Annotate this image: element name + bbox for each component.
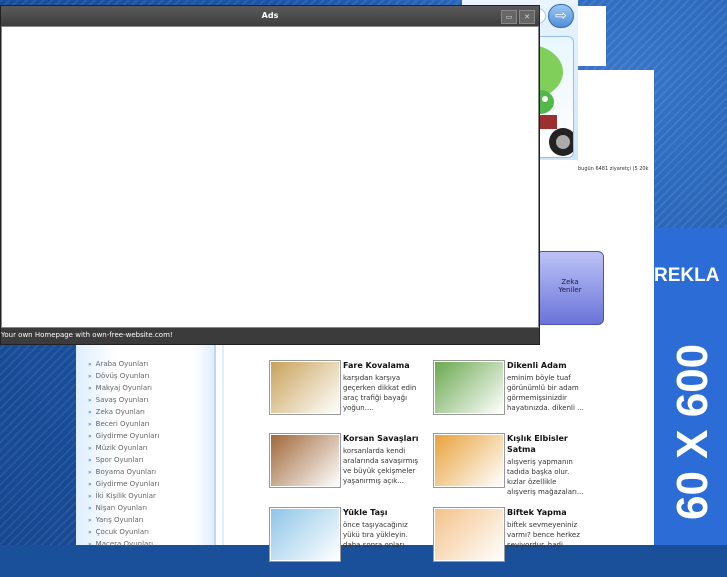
game-title[interactable]: Dikenli Adam bbox=[507, 360, 567, 371]
double-arrow-icon: » bbox=[88, 445, 92, 452]
double-arrow-icon: » bbox=[88, 529, 92, 536]
game-thumbnail-image bbox=[435, 362, 503, 413]
category-item[interactable]: » Çocuk Oyunları bbox=[88, 526, 159, 538]
popup-content[interactable] bbox=[1, 26, 539, 328]
game-card[interactable]: Biftek Yapma biftek sevmeyeniniz varmı? b… bbox=[433, 507, 593, 577]
game-thumbnail-image bbox=[435, 435, 503, 486]
double-arrow-icon: » bbox=[88, 481, 92, 488]
minimize-button[interactable]: ▭ bbox=[501, 10, 517, 24]
game-title[interactable]: Korsan Savaşları bbox=[343, 433, 419, 444]
category-item[interactable]: » İki Kişilik Oyunlar bbox=[88, 490, 159, 502]
game-card[interactable]: Dikenli Adam eminim böyle tuaf görünümlü … bbox=[433, 360, 593, 430]
double-arrow-icon: » bbox=[88, 469, 92, 476]
game-title[interactable]: Fare Kovalama bbox=[343, 360, 410, 371]
ads-popup-window[interactable]: Ads ▭ ✕ Your own Homepage with own-free-… bbox=[0, 5, 540, 345]
game-thumbnail[interactable] bbox=[433, 433, 505, 488]
game-description: eminim böyle tuaf görünümlü bir adam görme… bbox=[507, 374, 584, 412]
category-item[interactable]: » Savaş Oyunları bbox=[88, 394, 159, 406]
close-button[interactable]: ✕ bbox=[519, 10, 535, 24]
double-arrow-icon: » bbox=[88, 505, 92, 512]
game-thumbnail[interactable] bbox=[269, 433, 341, 488]
game-card[interactable]: Fare Kovalama karşıdan karşıya geçerken d… bbox=[269, 360, 429, 430]
featured-line1: Zeka bbox=[561, 278, 579, 286]
game-thumbnail-image bbox=[271, 435, 339, 486]
double-arrow-icon: » bbox=[88, 517, 92, 524]
category-item[interactable]: » Macera Oyunları bbox=[88, 538, 159, 550]
double-arrow-icon: » bbox=[88, 385, 92, 392]
category-item[interactable]: » Beceri Oyunları bbox=[88, 418, 159, 430]
category-item[interactable]: » Giydirme Oyunları bbox=[88, 430, 159, 442]
double-arrow-icon: » bbox=[88, 421, 92, 428]
game-title[interactable]: Kışlık Elbisler Satma bbox=[507, 433, 568, 455]
game-thumbnail[interactable] bbox=[269, 360, 341, 415]
game-thumbnail-image bbox=[435, 509, 503, 560]
category-item[interactable]: » Boyama Oyunları bbox=[88, 466, 159, 478]
game-title[interactable]: Biftek Yapma bbox=[507, 507, 567, 518]
category-item[interactable]: » Zeka Oyunları bbox=[88, 406, 159, 418]
popup-title[interactable]: Ads bbox=[1, 6, 539, 26]
category-item[interactable]: » Giydirme Oyunları bbox=[88, 478, 159, 490]
popup-footer-link[interactable]: Your own Homepage with own-free-website.… bbox=[1, 331, 173, 339]
double-arrow-icon: » bbox=[88, 457, 92, 464]
ad-label: REKLA bbox=[654, 265, 720, 286]
double-arrow-icon: » bbox=[88, 361, 92, 368]
game-card[interactable]: Kışlık Elbisler Satma alışveriş yapmanın t… bbox=[433, 433, 593, 503]
game-card[interactable]: Korsan Savaşları korsanlarda kendi aralar… bbox=[269, 433, 429, 503]
close-icon: ✕ bbox=[524, 13, 530, 21]
ad-size-label: 60 X 600 bbox=[668, 343, 717, 520]
game-thumbnail[interactable] bbox=[433, 507, 505, 562]
category-item[interactable]: » Araba Oyunları bbox=[88, 358, 159, 370]
game-title[interactable]: Yükle Taşı bbox=[343, 507, 388, 518]
minimize-icon: ▭ bbox=[505, 13, 513, 21]
double-arrow-icon: » bbox=[88, 409, 92, 416]
game-thumbnail-image bbox=[271, 362, 339, 413]
game-description: biftek sevmeyeniniz varmı? bence herkez se… bbox=[507, 521, 580, 549]
game-thumbnail-image bbox=[271, 509, 339, 560]
game-card[interactable]: Yükle Taşı önce taşıyacağınız yükü tıra y… bbox=[269, 507, 429, 577]
game-description: önce taşıyacağınız yükü tıra yükleyin. dah… bbox=[343, 521, 408, 549]
game-description: karşıdan karşıya geçerken dikkat edin araç… bbox=[343, 374, 417, 412]
category-item[interactable]: » Nişan Oyunları bbox=[88, 502, 159, 514]
category-list: » Araba Oyunları » Dövüş Oyunları » Makyaj … bbox=[88, 358, 159, 550]
category-item[interactable]: » Makyaj Oyunları bbox=[88, 382, 159, 394]
game-description: korsanlarda kendi aralarında savaşırmış ve… bbox=[343, 447, 419, 485]
double-arrow-icon: » bbox=[88, 493, 92, 500]
game-thumbnail[interactable] bbox=[433, 360, 505, 415]
double-arrow-icon: » bbox=[88, 433, 92, 440]
game-thumbnail[interactable] bbox=[269, 507, 341, 562]
visitor-stats: bugün 6481 ziyaretçi (5 20k bbox=[578, 166, 649, 172]
featured-line2: Yeniler bbox=[558, 286, 582, 294]
category-item[interactable]: » Dövüş Oyunları bbox=[88, 370, 159, 382]
category-item[interactable]: » Müzik Oyunları bbox=[88, 442, 159, 454]
featured-box[interactable]: Zeka Yeniler bbox=[536, 251, 604, 325]
double-arrow-icon: » bbox=[88, 373, 92, 380]
category-item[interactable]: » Spor Oyunları bbox=[88, 454, 159, 466]
column-divider bbox=[222, 345, 224, 545]
category-item[interactable]: » Yarış Oyunları bbox=[88, 514, 159, 526]
game-description: alışveriş yapmanın tadıda başka olur. kızl… bbox=[507, 458, 584, 496]
double-arrow-icon: » bbox=[88, 397, 92, 404]
go-button[interactable]: ⇨ bbox=[548, 4, 574, 28]
arrow-right-icon: ⇨ bbox=[555, 8, 567, 24]
